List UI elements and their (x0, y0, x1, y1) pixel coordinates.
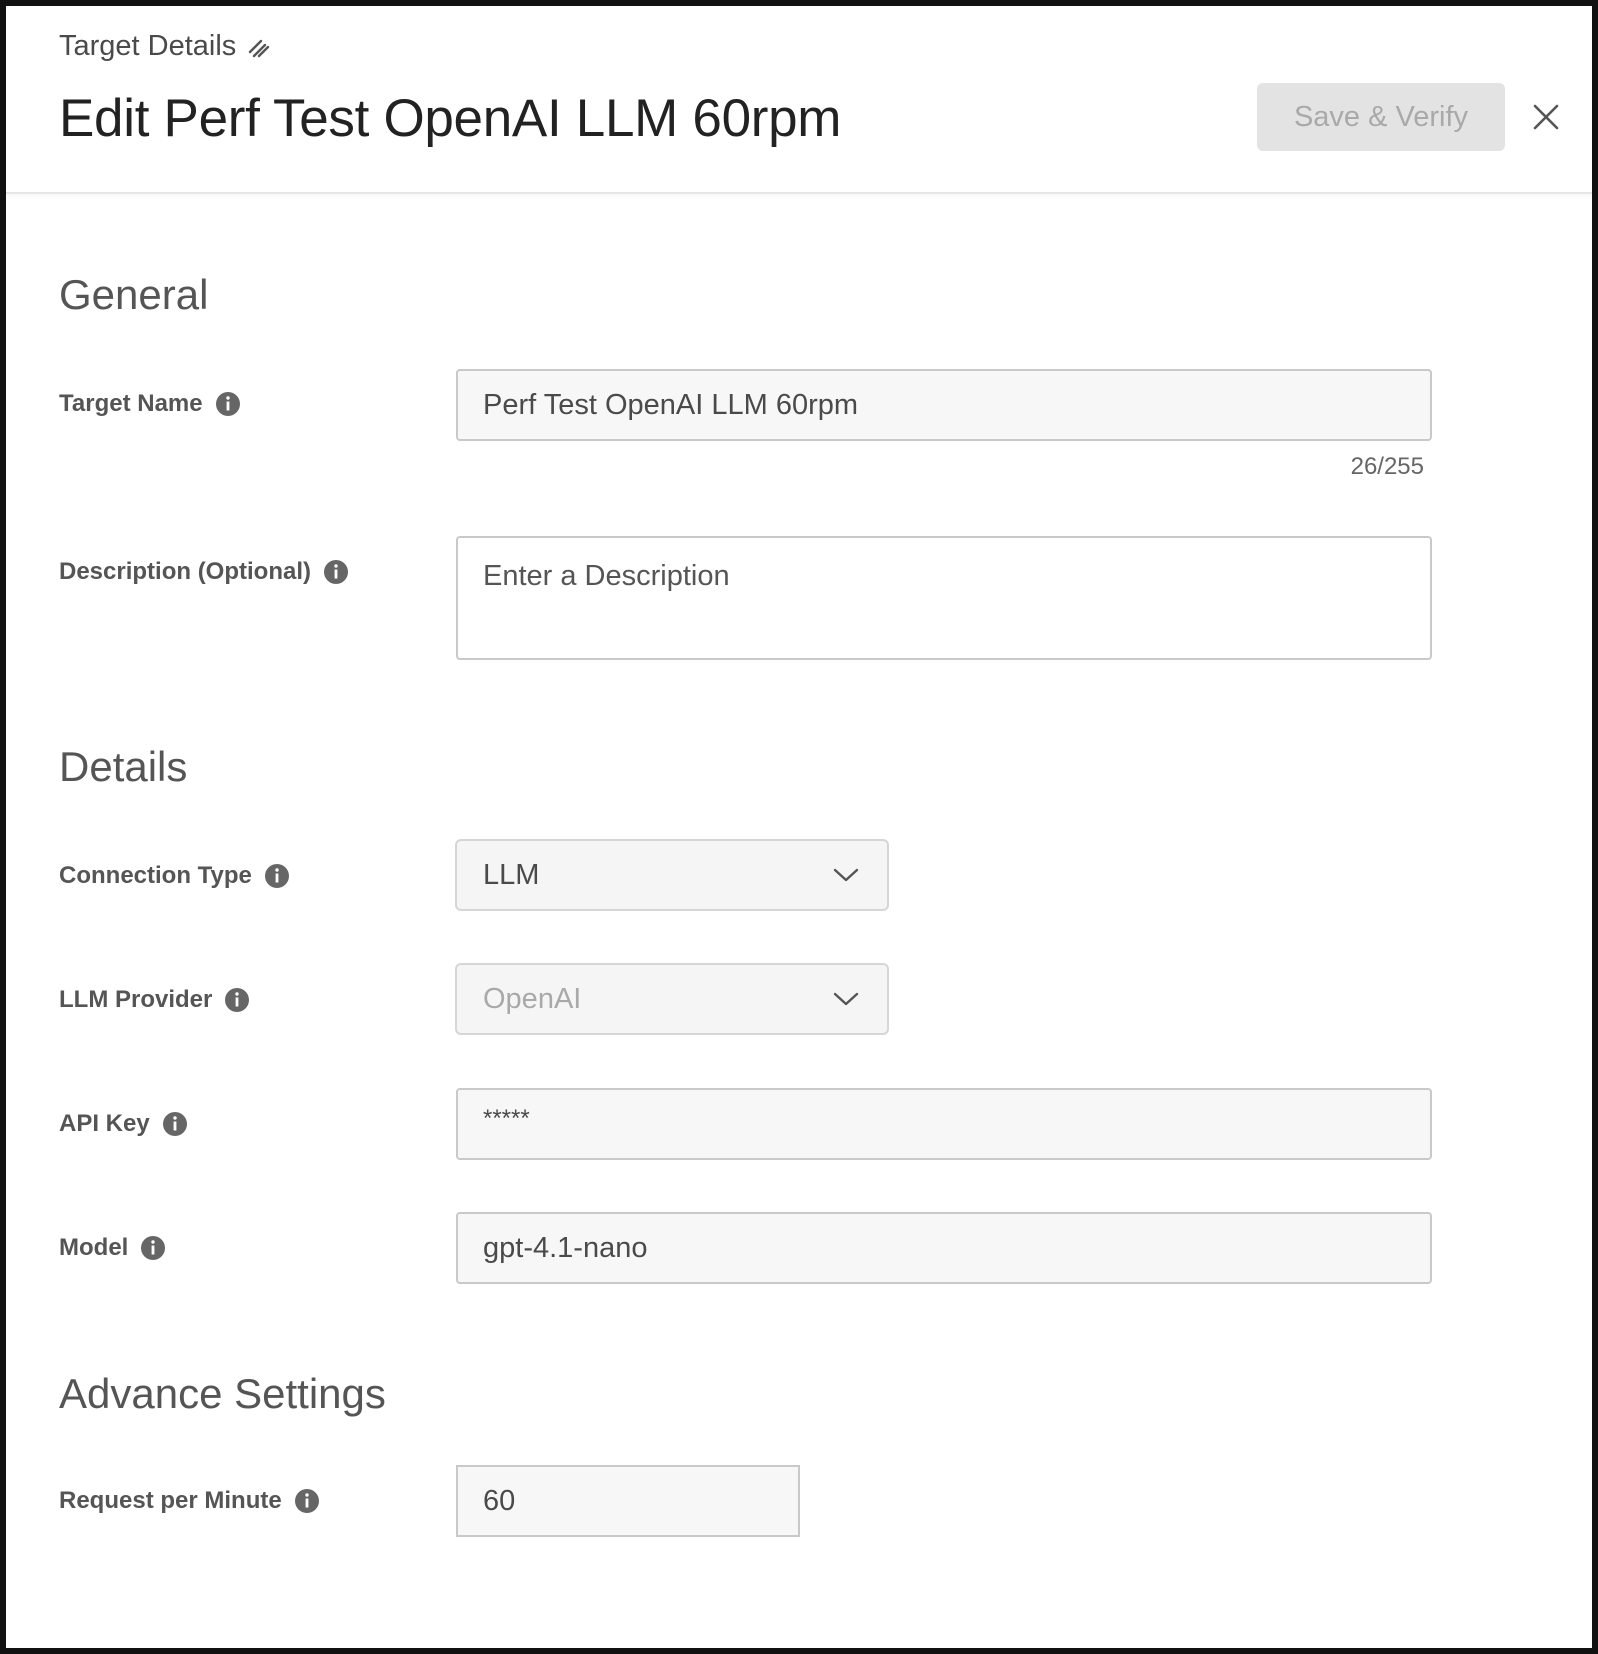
request-per-minute-label: Request per Minute (59, 1487, 320, 1515)
target-name-input[interactable] (456, 369, 1432, 441)
section-details-heading: Details (59, 743, 188, 790)
llm-provider-label: LLM Provider (59, 986, 250, 1014)
model-input[interactable] (456, 1212, 1432, 1284)
chevron-down-icon (833, 868, 859, 882)
target-name-label: Target Name (59, 390, 241, 418)
info-icon[interactable] (215, 391, 241, 417)
info-icon[interactable] (264, 863, 290, 889)
connection-type-label: Connection Type (59, 862, 290, 890)
page-title: Edit Perf Test OpenAI LLM 60rpm (59, 89, 842, 148)
edit-pencil-icon (249, 39, 270, 57)
connection-type-value: LLM (483, 858, 540, 891)
api-key-label: API Key (59, 1110, 188, 1138)
description-input[interactable] (456, 536, 1432, 660)
chevron-down-icon (833, 992, 859, 1006)
info-icon[interactable] (294, 1488, 320, 1514)
close-icon (1533, 104, 1559, 130)
close-button[interactable] (1529, 100, 1563, 134)
edit-target-panel: Target Details Edit Perf Test OpenAI LLM… (0, 0, 1598, 1654)
description-label: Description (Optional) (59, 558, 349, 586)
info-icon[interactable] (140, 1235, 166, 1261)
panel-header: Target Details Edit Perf Test OpenAI LLM… (6, 6, 1592, 194)
section-general-heading: General (59, 271, 209, 318)
section-advance-settings-heading: Advance Settings (59, 1370, 386, 1417)
save-verify-button[interactable]: Save & Verify (1257, 83, 1505, 151)
api-key-input[interactable] (456, 1088, 1432, 1160)
breadcrumb: Target Details (59, 30, 272, 63)
llm-provider-select[interactable]: OpenAI (455, 963, 889, 1035)
breadcrumb-label: Target Details (59, 30, 237, 62)
connection-type-select[interactable]: LLM (455, 839, 889, 911)
info-icon[interactable] (323, 559, 349, 585)
target-name-char-counter: 26/255 (1350, 453, 1424, 480)
info-icon[interactable] (162, 1111, 188, 1137)
request-per-minute-input[interactable] (456, 1465, 800, 1537)
llm-provider-value: OpenAI (483, 982, 582, 1015)
model-label: Model (59, 1234, 166, 1262)
info-icon[interactable] (224, 987, 250, 1013)
